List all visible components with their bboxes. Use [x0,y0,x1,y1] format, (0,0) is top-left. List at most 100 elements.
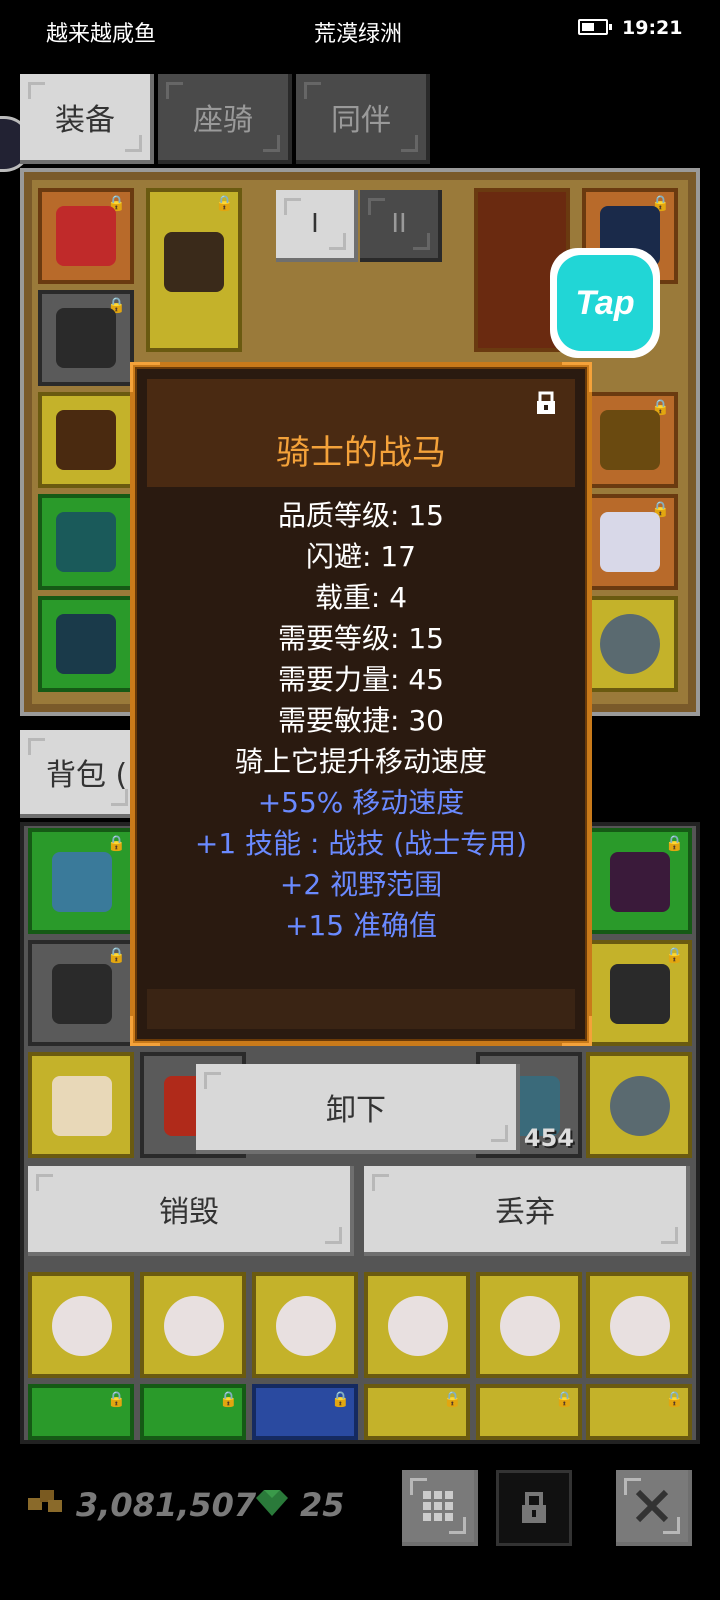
equip-slot-belt[interactable] [38,596,134,692]
lock-icon: 🔒 [107,1390,126,1408]
equip-slot-ring[interactable]: 🔒 [582,392,678,488]
bag-item[interactable] [28,1052,134,1158]
bag-item[interactable]: 🔒 [252,1384,358,1440]
stat-description: 骑上它提升移动速度 [234,745,487,778]
item-count: 454 [523,1124,574,1152]
hammer-icon [164,232,224,292]
bag-item[interactable]: 🔒 [586,828,692,934]
lock-icon[interactable] [535,391,557,415]
lock-toggle-button[interactable] [496,1470,572,1546]
lock-icon [522,1492,546,1523]
gem-icon [256,1490,288,1516]
boots-icon [56,512,116,572]
stat-load: 载重: 4 [314,581,408,614]
boots-icon [52,852,112,912]
bag-item[interactable]: 🔒 [28,1384,134,1440]
gloves-icon [56,410,116,470]
unequip-button[interactable]: 卸下 [196,1064,520,1154]
bonus-skill: +1 技能 : 战技 (战士专用) [194,827,528,860]
subtab-set-1-label: I [311,209,319,239]
bag-item[interactable] [252,1272,358,1378]
equip-slot-weapon[interactable]: 🔒 [146,188,242,352]
gold-amount: 3,081,507 [76,1486,257,1524]
grid-view-button[interactable] [402,1470,478,1546]
helmet-icon [56,206,116,266]
status-center-label: 荒漠绿洲 [314,22,403,47]
stat-quality: 品质等级: 15 [278,499,444,532]
horse-icon [600,512,660,572]
mace-icon [610,964,670,1024]
item-stats: 品质等级: 15 闪避: 17 载重: 4 需要等级: 15 需要力量: 45 … [135,495,587,946]
lock-icon: 🔒 [665,834,684,852]
bag-item[interactable]: 🔒 [28,940,134,1046]
subtab-set-2-label: II [391,209,407,239]
stat-req-level: 需要等级: 15 [278,622,444,655]
armor-icon [52,964,112,1024]
status-time: 19:21 [622,17,683,39]
battery-icon [578,19,612,35]
unequip-button-label: 卸下 [326,1093,386,1128]
subtab-set-2[interactable]: II [360,190,442,262]
bag-item[interactable]: 🔒 [476,1384,582,1440]
egg-icon [600,614,660,674]
destroy-button-label: 销毁 [159,1195,219,1230]
bag-item[interactable]: 🔒 [364,1384,470,1440]
tab-companion-label: 同伴 [331,103,391,138]
equip-slot-helmet[interactable]: 🔒 [38,188,134,284]
bag-item[interactable] [140,1272,246,1378]
destroy-button[interactable]: 销毁 [28,1166,354,1256]
egg-icon [388,1296,448,1356]
stat-req-agility: 需要敏捷: 30 [278,704,444,737]
lock-icon: 🔒 [331,1390,350,1408]
taptap-label: Tap [557,255,653,351]
equip-slot-gloves[interactable] [38,392,134,488]
equip-slot-mount[interactable]: 🔒 [582,494,678,590]
tab-equipment[interactable]: 装备 [20,74,154,164]
bag-item[interactable]: 🔒 [28,828,134,934]
tab-bag[interactable]: 背包 ( [20,730,140,818]
bag-item[interactable] [28,1272,134,1378]
gem-amount: 25 [300,1486,345,1524]
egg-icon [164,1296,224,1356]
necklace-icon [610,852,670,912]
status-bar: 越来越咸鱼 荒漠绿洲 19:21 [0,0,720,58]
bag-item[interactable] [586,1272,692,1378]
equip-slot-armor[interactable]: 🔒 [38,290,134,386]
bag-item[interactable] [586,1052,692,1158]
bonus-accuracy: +15 准确值 [285,909,437,942]
gold-coins-icon [28,1490,62,1512]
lock-icon: 🔒 [107,834,126,852]
egg-icon [610,1076,670,1136]
bag-item[interactable] [476,1272,582,1378]
ring-icon [600,410,660,470]
equip-slot-egg[interactable] [582,596,678,692]
close-button[interactable] [616,1470,692,1546]
bonus-move-speed: +55% 移动速度 [257,786,465,819]
bag-item[interactable]: 🔒 [140,1384,246,1440]
cat-icon [52,1076,112,1136]
tab-bag-label: 背包 ( [46,758,128,793]
taptap-floating-button[interactable]: Tap [550,248,660,358]
lock-icon: 🔒 [555,1390,574,1408]
tooltip-header: 骑士的战马 [147,379,575,487]
egg-icon [500,1296,560,1356]
status-left-label: 越来越咸鱼 [46,22,157,47]
lock-icon: 🔒 [443,1390,462,1408]
egg-icon [276,1296,336,1356]
belt-icon [56,614,116,674]
bag-item[interactable]: 🔒 [586,940,692,1046]
item-tooltip: 骑士的战马 品质等级: 15 闪避: 17 载重: 4 需要等级: 15 需要力… [130,362,592,1046]
bottom-bar: 3,081,507 25 [0,1446,720,1600]
equip-slot-boots[interactable] [38,494,134,590]
lock-icon: 🔒 [215,194,234,212]
tab-companion[interactable]: 同伴 [296,74,430,164]
subtab-set-1[interactable]: I [276,190,358,262]
grid-icon [423,1491,453,1521]
lock-icon: 🔒 [665,1390,684,1408]
bag-item[interactable]: 🔒 [586,1384,692,1440]
discard-button[interactable]: 丢弃 [364,1166,690,1256]
tab-mount[interactable]: 座骑 [158,74,292,164]
stat-req-strength: 需要力量: 45 [278,663,444,696]
bag-item[interactable] [364,1272,470,1378]
tooltip-footer [147,989,575,1029]
